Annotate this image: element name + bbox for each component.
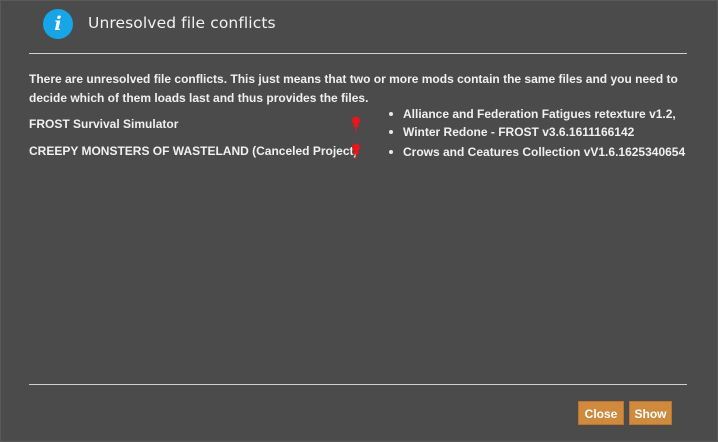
conflict-files-list-frost: Alliance and Federation Fatigues retextu… [381,105,676,141]
bullet-icon [389,150,393,154]
mod-name: CREEPY MONSTERS OF WASTELAND (Canceled P… [29,144,358,158]
pin-icon[interactable] [351,116,361,132]
conflicting-mods-list: FROST Survival Simulator CREEPY MONSTERS… [29,115,369,169]
bullet-icon [389,112,393,116]
list-item: Alliance and Federation Fatigues retextu… [381,105,676,123]
close-button[interactable]: Close [578,401,624,425]
conflict-file-name: Crows and Ceatures Collection vV1.6.1625… [403,145,686,159]
dialog-description: There are unresolved file conflicts. Thi… [29,72,678,105]
show-button[interactable]: Show [629,401,672,425]
conflict-file-name: Alliance and Federation Fatigues retextu… [403,107,676,121]
pin-icon[interactable] [351,143,361,159]
conflict-files-list-creepy-monsters: Crows and Ceatures Collection vV1.6.1625… [381,143,685,161]
list-item: Crows and Ceatures Collection vV1.6.1625… [381,143,685,161]
mod-row-creepy-monsters: CREEPY MONSTERS OF WASTELAND (Canceled P… [29,142,369,169]
conflict-file-name: Winter Redone - FROST v3.6.1611166142 [403,125,635,139]
dialog-header: i Unresolved file conflicts [1,1,717,47]
bullet-icon [389,130,393,134]
file-conflicts-dialog: i Unresolved file conflicts There are un… [0,0,718,442]
footer-divider [29,384,687,385]
header-divider [29,53,687,54]
mod-row-frost: FROST Survival Simulator [29,115,369,142]
mod-name: FROST Survival Simulator [29,117,179,131]
list-item: Winter Redone - FROST v3.6.1611166142 [381,123,676,141]
dialog-title: Unresolved file conflicts [88,14,276,32]
info-icon: i [43,9,73,39]
